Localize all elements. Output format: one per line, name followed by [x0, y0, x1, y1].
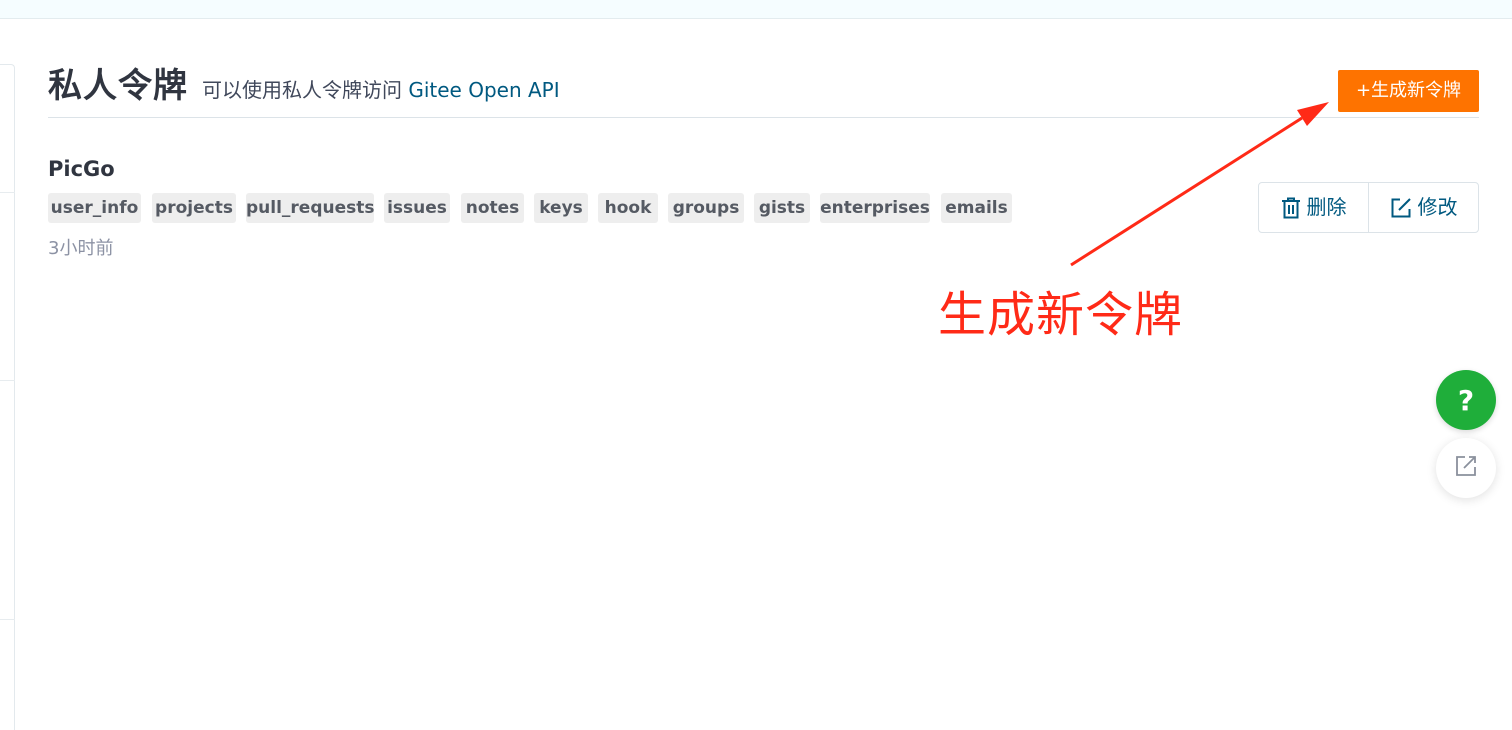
scope-badge: emails — [941, 193, 1012, 223]
edit-icon — [1390, 197, 1412, 219]
open-api-link[interactable]: Gitee Open API — [408, 78, 559, 102]
help-button[interactable]: ? — [1436, 370, 1496, 430]
delete-label: 删除 — [1306, 195, 1347, 219]
delete-button[interactable]: 删除 — [1259, 183, 1368, 232]
trash-icon — [1281, 197, 1301, 219]
new-token-button[interactable]: +生成新令牌 — [1338, 70, 1479, 112]
sidebar — [0, 64, 15, 730]
sidebar-divider — [0, 380, 15, 381]
annotation-label: 生成新令牌 — [938, 287, 1184, 343]
scope-badge: issues — [384, 193, 450, 223]
external-link-icon — [1454, 454, 1478, 482]
edit-label: 修改 — [1417, 195, 1458, 219]
scope-badge: gists — [754, 193, 810, 223]
subtitle-text: 可以使用私人令牌访问 — [202, 78, 409, 102]
scope-badge: hook — [598, 193, 658, 223]
page-title: 私人令牌 — [48, 66, 188, 106]
scope-badge: pull_requests — [246, 193, 375, 223]
scope-badge: user_info — [48, 193, 141, 223]
sidebar-divider — [0, 619, 15, 620]
question-icon: ? — [1457, 383, 1475, 417]
header-divider — [48, 117, 1479, 118]
scope-badge: notes — [461, 193, 524, 223]
scope-badge: keys — [534, 193, 588, 223]
top-banner — [0, 0, 1512, 19]
sidebar-divider — [0, 192, 15, 193]
token-actions: 删除 修改 — [1258, 182, 1479, 233]
token-name: PicGo — [48, 157, 115, 181]
scope-badge: projects — [152, 193, 236, 223]
token-created-time: 3小时前 — [48, 238, 114, 259]
feedback-button[interactable] — [1436, 438, 1496, 498]
edit-button[interactable]: 修改 — [1369, 183, 1478, 232]
scope-badge: groups — [668, 193, 744, 223]
page-subtitle: 可以使用私人令牌访问 Gitee Open API — [202, 76, 560, 104]
annotation-arrow — [1070, 102, 1329, 267]
scope-badge: enterprises — [820, 193, 930, 223]
